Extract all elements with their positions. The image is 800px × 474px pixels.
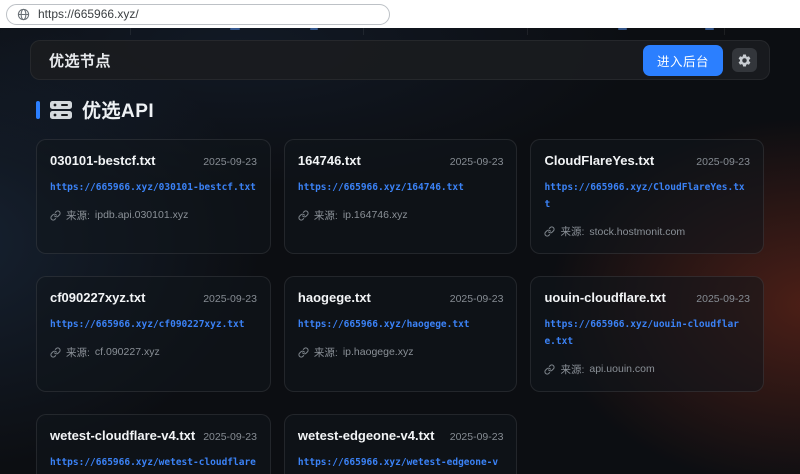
site-title: 优选节点: [49, 50, 111, 71]
file-name: uouin-cloudflare.txt: [544, 290, 665, 305]
source-value: stock.hostmonit.com: [589, 226, 685, 238]
header-actions: 进入后台: [643, 45, 757, 76]
link-icon: [544, 364, 555, 375]
api-file-card: 164746.txt 2025-09-23 https://665966.xyz…: [284, 139, 518, 254]
section-title: 优选API: [82, 96, 154, 123]
file-url-link[interactable]: https://665966.xyz/CloudFlareYes.txt: [544, 180, 750, 213]
file-source: 来源: ip.164746.xyz: [298, 208, 504, 223]
link-icon: [50, 210, 61, 221]
file-date: 2025-09-23: [203, 156, 257, 168]
source-label: 来源:: [66, 345, 90, 360]
file-url-link[interactable]: https://665966.xyz/wetest-edgeone-v4.txt: [298, 455, 504, 474]
file-name: 164746.txt: [298, 153, 361, 168]
api-file-card: uouin-cloudflare.txt 2025-09-23 https://…: [530, 276, 764, 391]
server-stack-icon: [49, 100, 73, 120]
api-file-card: cf090227xyz.txt 2025-09-23 https://66596…: [36, 276, 271, 391]
link-icon: [298, 347, 309, 358]
source-label: 来源:: [314, 345, 338, 360]
file-date: 2025-09-23: [203, 431, 257, 443]
file-date: 2025-09-23: [450, 431, 504, 443]
source-label: 来源:: [66, 208, 90, 223]
file-date: 2025-09-23: [450, 293, 504, 305]
api-file-card: 030101-bestcf.txt 2025-09-23 https://665…: [36, 139, 271, 254]
source-value: api.uouin.com: [589, 363, 654, 375]
file-url-link[interactable]: https://665966.xyz/wetest-cloudflare-v4.…: [50, 455, 257, 474]
api-cards-grid: 030101-bestcf.txt 2025-09-23 https://665…: [30, 139, 770, 474]
api-file-card: wetest-edgeone-v4.txt 2025-09-23 https:/…: [284, 414, 518, 474]
file-url-link[interactable]: https://665966.xyz/cf090227xyz.txt: [50, 317, 257, 334]
link-icon: [298, 210, 309, 221]
file-name: cf090227xyz.txt: [50, 290, 145, 305]
source-value: ip.164746.xyz: [343, 209, 408, 221]
file-source: 来源: ipdb.api.030101.xyz: [50, 208, 257, 223]
file-url-link[interactable]: https://665966.xyz/uouin-cloudflare.txt: [544, 317, 750, 350]
file-date: 2025-09-23: [450, 156, 504, 168]
address-bar[interactable]: https://665966.xyz/: [6, 4, 390, 25]
file-source: 来源: api.uouin.com: [544, 362, 750, 377]
source-label: 来源:: [314, 208, 338, 223]
browser-chrome: https://665966.xyz/: [0, 0, 800, 28]
settings-button[interactable]: [732, 48, 757, 72]
section-header: 优选API: [36, 96, 770, 123]
file-date: 2025-09-23: [203, 293, 257, 305]
file-date: 2025-09-23: [696, 156, 750, 168]
api-file-card: haogege.txt 2025-09-23 https://665966.xy…: [284, 276, 518, 391]
source-label: 来源:: [560, 224, 584, 239]
link-icon: [544, 226, 555, 237]
file-name: CloudFlareYes.txt: [544, 153, 654, 168]
api-file-card: CloudFlareYes.txt 2025-09-23 https://665…: [530, 139, 764, 254]
enter-admin-button[interactable]: 进入后台: [643, 45, 723, 76]
file-url-link[interactable]: https://665966.xyz/164746.txt: [298, 180, 504, 197]
clipped-content-remnant: [0, 28, 800, 40]
address-url-text: https://665966.xyz/: [38, 7, 139, 21]
file-url-link[interactable]: https://665966.xyz/haogege.txt: [298, 317, 504, 334]
file-date: 2025-09-23: [696, 293, 750, 305]
link-icon: [50, 347, 61, 358]
file-name: wetest-cloudflare-v4.txt: [50, 428, 195, 443]
page-background: 优选节点 进入后台 优选API 030101-bestcf.txt: [0, 28, 800, 474]
file-name: 030101-bestcf.txt: [50, 153, 156, 168]
top-header-bar: 优选节点 进入后台: [30, 40, 770, 80]
gear-icon: [737, 53, 752, 68]
source-label: 来源:: [560, 362, 584, 377]
file-name: haogege.txt: [298, 290, 371, 305]
source-value: ipdb.api.030101.xyz: [95, 209, 188, 221]
file-url-link[interactable]: https://665966.xyz/030101-bestcf.txt: [50, 180, 257, 197]
file-name: wetest-edgeone-v4.txt: [298, 428, 435, 443]
source-value: cf.090227.xyz: [95, 346, 160, 358]
accent-bar: [36, 101, 40, 119]
file-source: 来源: stock.hostmonit.com: [544, 224, 750, 239]
file-source: 来源: ip.haogege.xyz: [298, 345, 504, 360]
api-file-card: wetest-cloudflare-v4.txt 2025-09-23 http…: [36, 414, 271, 474]
site-info-globe-icon: [17, 8, 30, 21]
file-source: 来源: cf.090227.xyz: [50, 345, 257, 360]
source-value: ip.haogege.xyz: [343, 346, 414, 358]
